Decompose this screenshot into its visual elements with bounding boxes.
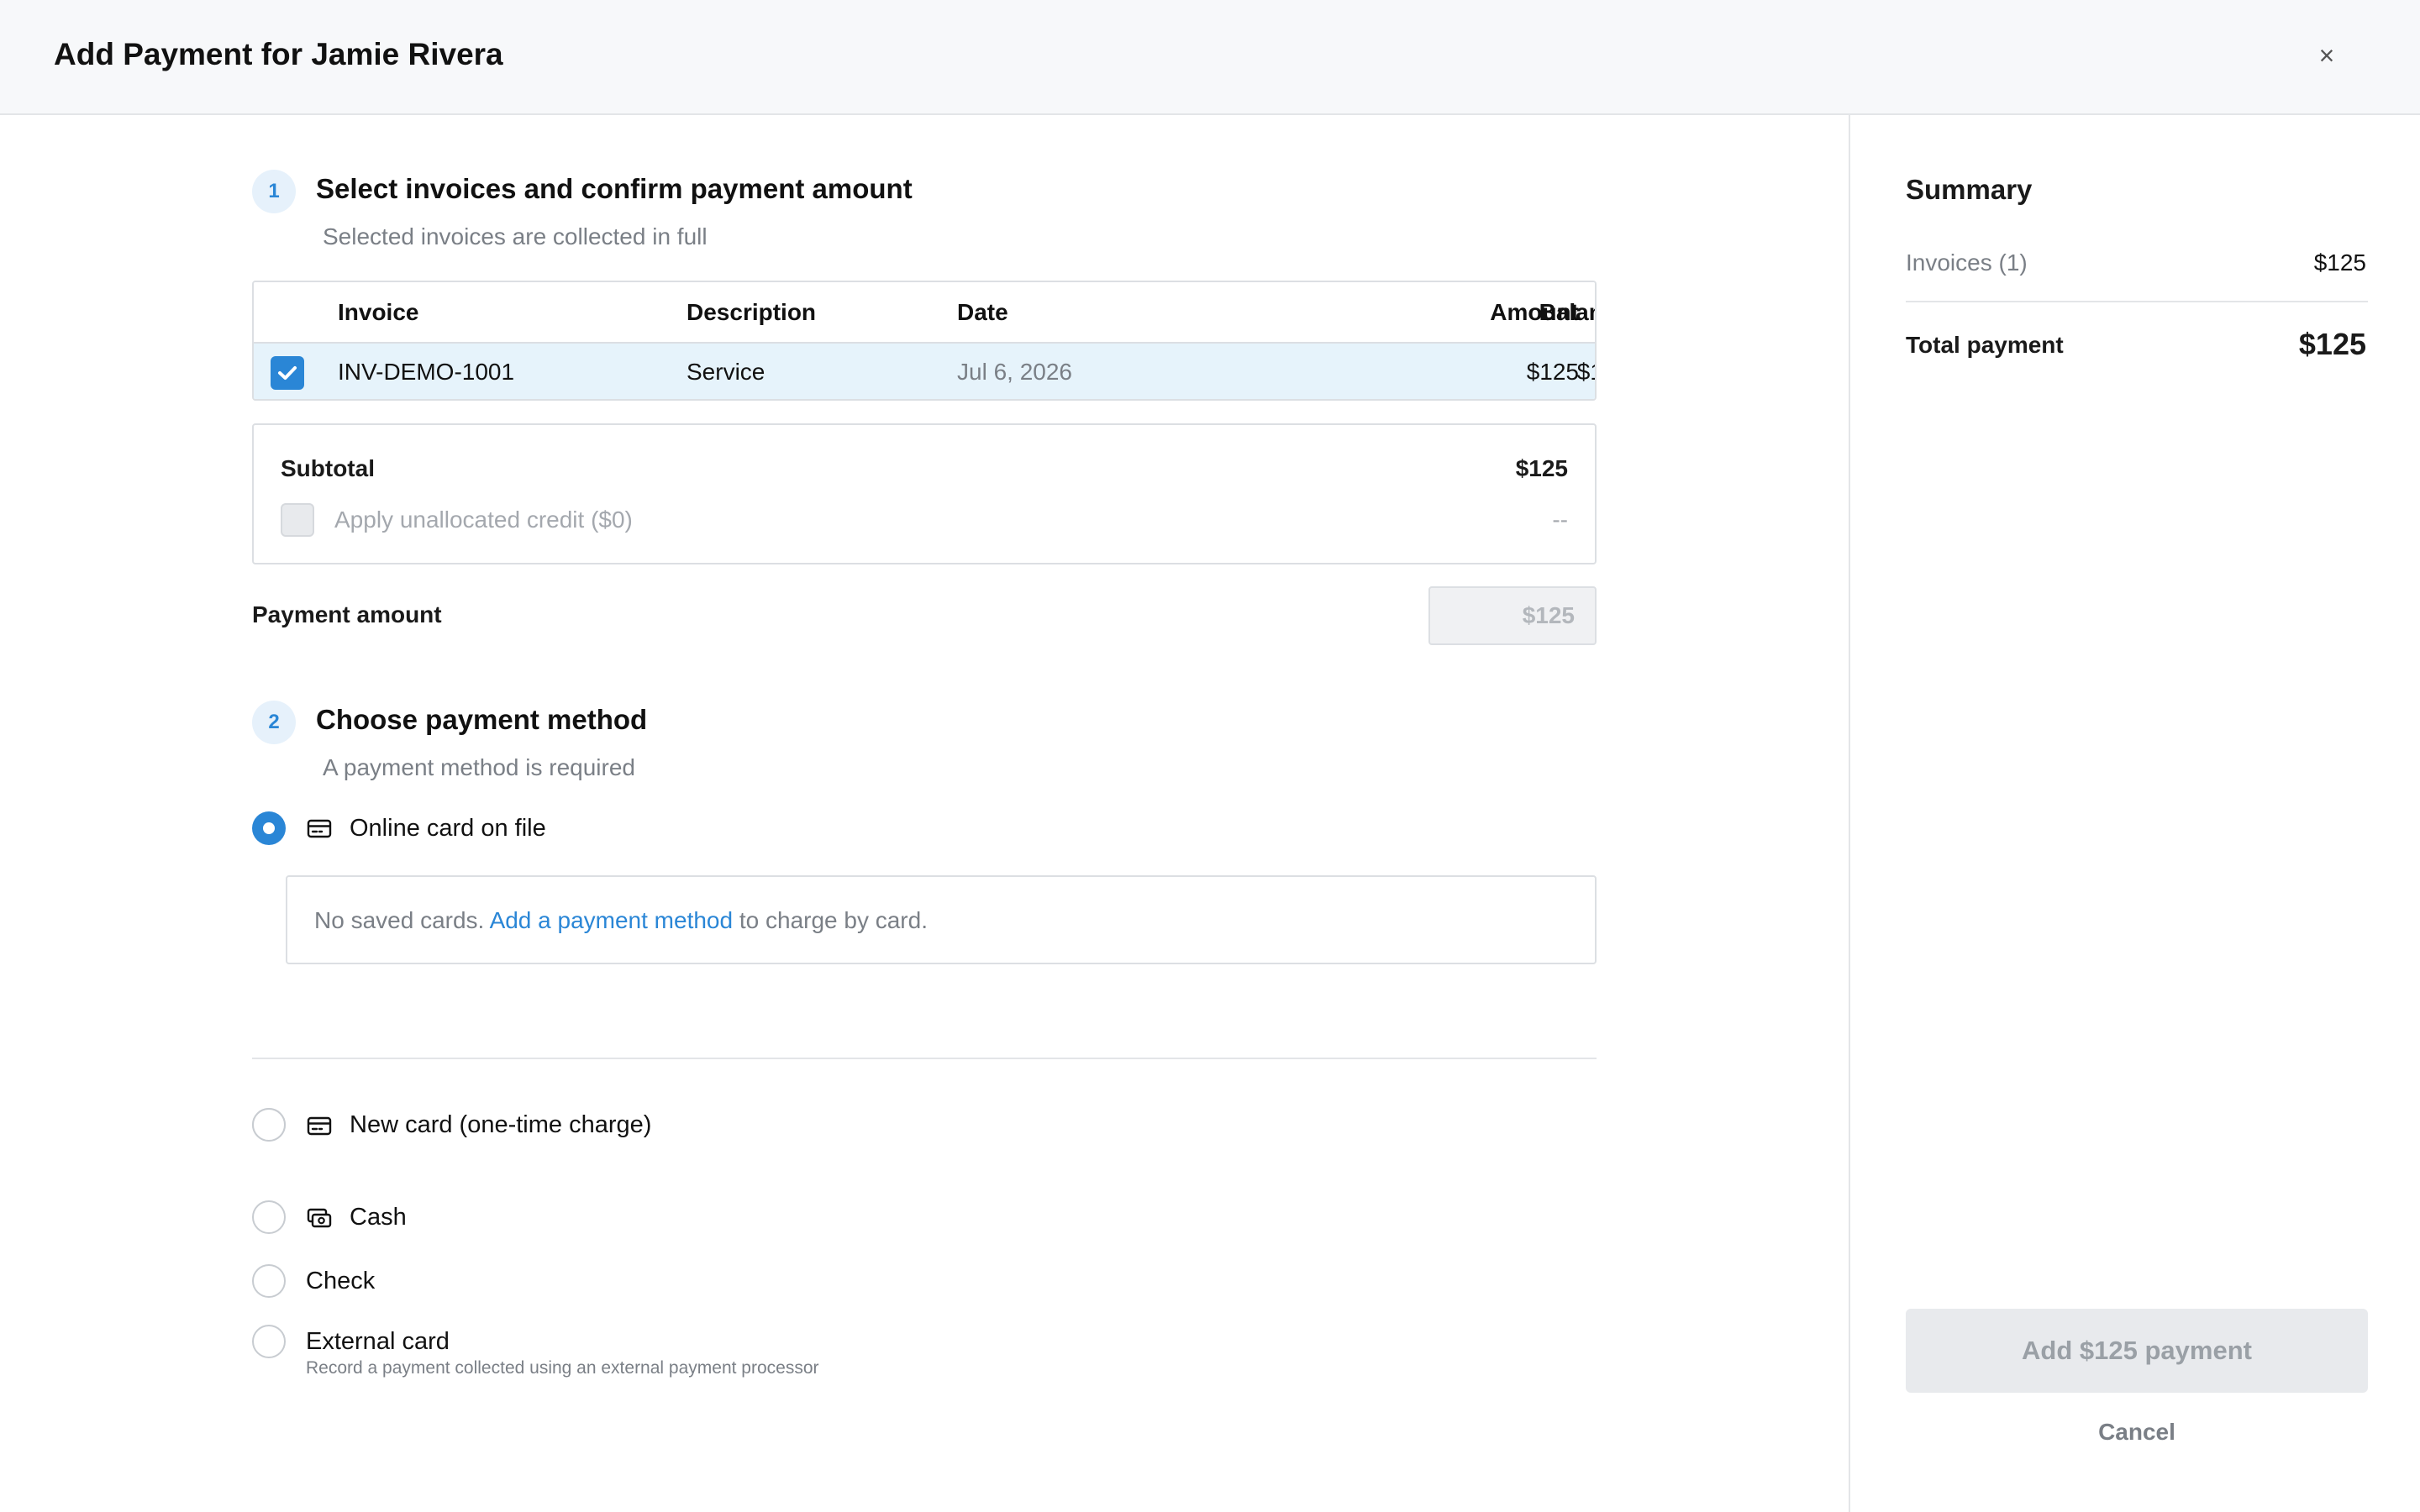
- modal-header: Add Payment for Jamie Rivera ×: [0, 0, 2420, 115]
- subtotal-label: Subtotal: [281, 455, 375, 481]
- column-header-invoice[interactable]: Invoice: [338, 299, 418, 326]
- summary-panel: Summary Invoices (1) $125 Total payment …: [1849, 115, 2420, 1512]
- invoice-select-checkbox[interactable]: [271, 356, 304, 390]
- total-payment-value: $125: [2298, 327, 2366, 361]
- step-1-subtitle: Selected invoices are collected in full: [323, 223, 708, 249]
- total-payment-label: Total payment: [1906, 332, 2064, 358]
- step-1-title: Select invoices and confirm payment amou…: [316, 173, 913, 204]
- invoice-date: Jul 6, 2026: [957, 359, 1072, 385]
- check-label[interactable]: Check: [306, 1268, 375, 1295]
- step-2-badge: 2: [252, 701, 296, 744]
- cancel-button[interactable]: Cancel: [1906, 1419, 2368, 1452]
- cash-label[interactable]: Cash: [350, 1204, 407, 1231]
- step-1-badge: 1: [252, 170, 296, 213]
- column-header-description[interactable]: Description: [687, 299, 816, 326]
- credit-card-icon: [307, 1116, 332, 1136]
- summary-invoices-value: $125: [2313, 249, 2366, 276]
- step-2-title: Choose payment method: [316, 704, 648, 735]
- table-row[interactable]: INV-DEMO-1001 Service Jul 6, 2026 $125 $…: [254, 344, 1595, 399]
- invoice-table: Invoice Description Date Balance Amount …: [252, 281, 1597, 401]
- external-card-description: Record a payment collected using an exte…: [306, 1358, 819, 1378]
- add-payment-method-link[interactable]: Add a payment method: [490, 907, 734, 933]
- add-payment-button[interactable]: Add $125 payment: [1906, 1309, 2368, 1393]
- table-header: Invoice Description Date Balance Amount: [254, 282, 1595, 344]
- summary-title: Summary: [1906, 174, 2033, 205]
- apply-credit-checkbox[interactable]: [281, 503, 314, 537]
- external-card-radio[interactable]: [252, 1325, 286, 1358]
- payment-amount-field[interactable]: $125: [1428, 586, 1597, 645]
- summary-divider: [1906, 301, 2368, 302]
- new-card-radio[interactable]: [252, 1108, 286, 1142]
- payment-amount-label: Payment amount: [252, 601, 442, 627]
- subtotal-box: Subtotal $125 Apply unallocated credit (…: [252, 423, 1597, 564]
- cash-icon: [307, 1208, 332, 1228]
- external-card-label[interactable]: External card: [306, 1328, 450, 1356]
- credit-card-icon: [307, 819, 332, 838]
- no-saved-cards-suffix: to charge by card.: [739, 907, 928, 933]
- invoice-amount: $125: [1526, 359, 1579, 385]
- column-header-amount[interactable]: Amount: [1413, 299, 1579, 326]
- no-saved-cards-text: No saved cards. Add a payment method to …: [314, 907, 928, 934]
- main-panel: 1 Select invoices and confirm payment am…: [0, 115, 1849, 1512]
- invoice-description: Service: [687, 359, 765, 385]
- summary-invoices-label: Invoices (1): [1906, 249, 2028, 276]
- new-card-label[interactable]: New card (one-time charge): [350, 1111, 651, 1139]
- modal-title: Add Payment for Jamie Rivera: [54, 37, 503, 71]
- invoice-number: INV-DEMO-1001: [338, 359, 515, 385]
- step-2-subtitle: A payment method is required: [323, 754, 635, 780]
- credit-value: --: [1552, 507, 1568, 533]
- checkmark-icon: [278, 366, 297, 380]
- no-saved-cards-prefix: No saved cards.: [314, 907, 485, 933]
- column-header-date[interactable]: Date: [957, 299, 1008, 326]
- check-radio[interactable]: [252, 1264, 286, 1298]
- apply-credit-label: Apply unallocated credit ($0): [334, 507, 633, 533]
- no-saved-cards-box: No saved cards. Add a payment method to …: [286, 875, 1597, 964]
- subtotal-value: $125: [1515, 455, 1568, 481]
- cash-radio[interactable]: [252, 1200, 286, 1234]
- close-icon[interactable]: ×: [2312, 37, 2341, 74]
- payment-method-divider: [252, 1058, 1597, 1059]
- online-card-radio[interactable]: [252, 811, 286, 845]
- online-card-label[interactable]: Online card on file: [350, 815, 546, 843]
